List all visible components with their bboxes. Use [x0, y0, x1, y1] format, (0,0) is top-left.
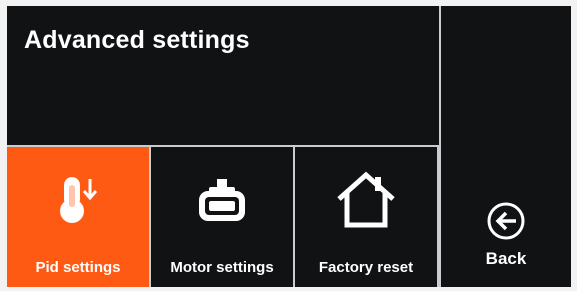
motor-icon [151, 175, 293, 225]
page-title: Advanced settings [24, 26, 250, 54]
back-arrow-icon [441, 201, 571, 241]
home-icon [295, 169, 437, 231]
motor-settings-button[interactable]: Motor settings [151, 147, 295, 287]
pid-settings-label: Pid settings [35, 259, 121, 276]
factory-reset-label: Factory reset [318, 259, 414, 276]
back-button[interactable]: Back [441, 147, 571, 287]
factory-reset-button[interactable]: Factory reset [295, 147, 439, 287]
touch-screen: Advanced settings Pid settings Motor set… [7, 6, 571, 287]
pid-settings-button[interactable]: Pid settings [7, 147, 151, 287]
back-label: Back [485, 249, 527, 268]
thermometer-icon [7, 175, 149, 225]
motor-settings-label: Motor settings [170, 259, 274, 276]
